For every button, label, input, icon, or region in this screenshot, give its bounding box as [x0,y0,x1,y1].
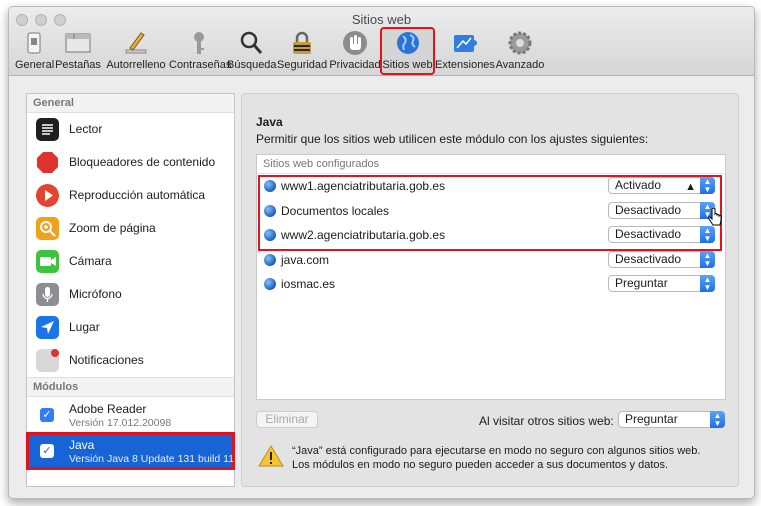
tab-pestanas[interactable]: Pestañas [55,29,101,73]
chevron-updown-icon: ▲ ▼ [710,411,725,428]
reader-icon [36,118,59,141]
site-setting-popup[interactable]: Activado ▲ ▲ ▼ [608,177,715,194]
sidebar-item-lector[interactable]: Lector [27,113,234,146]
tab-contrasenas[interactable]: Contraseñas [169,29,231,73]
sidebar-item-camara[interactable]: Cámara [27,245,234,278]
sidebar-item-bloqueadores[interactable]: Bloqueadores de contenido [27,146,234,179]
site-row[interactable]: www1.agenciatributaria.gob.es Activado ▲… [257,174,725,199]
checkbox-adobe-reader[interactable]: ✓ [40,408,54,422]
lock-icon [293,31,311,54]
sidebar-item-lugar[interactable]: Lugar [27,311,234,344]
module-java[interactable]: ✓ Java Versión Java 8 Update 131 build 1… [26,432,235,470]
sidebar-item-reproduccion[interactable]: Reproducción automática [27,179,234,212]
hand-cursor-icon [707,207,723,231]
magnifier-icon [240,31,263,54]
tab-seguridad[interactable]: Seguridad [277,29,327,73]
warning-message: “Java” está configurado para ejecutarse … [292,445,701,471]
location-icon [36,316,59,339]
tab-privacidad[interactable]: Privacidad [329,29,381,73]
globe-icon [264,229,276,242]
chevron-updown-icon: ▲ ▼ [700,177,715,194]
globe-icon [396,32,419,54]
tab-general[interactable]: General [15,29,54,73]
chevron-updown-icon: ▲ ▼ [700,250,715,268]
key-icon [194,32,204,54]
site-setting-popup[interactable]: Preguntar ▲ ▼ [608,275,715,293]
visit-other-sites-popup[interactable]: Preguntar ▲ ▼ [618,411,725,428]
chevron-updown-icon: ▲ ▼ [700,275,715,293]
page-title: Java [256,115,283,129]
gear-icon [508,31,532,55]
module-adobe-reader[interactable]: ✓ Adobe Reader Versión 17.012.20098 [27,397,234,433]
site-setting-popup[interactable]: Desactivado ▲ ▼ [608,201,715,219]
warning-icon: ▲ [685,181,696,193]
switch-icon [27,32,41,54]
site-row[interactable]: iosmac.es Preguntar ▲ ▼ [257,272,725,297]
site-setting-popup[interactable]: Desactivado ▲ ▼ [608,226,715,244]
sidebar-item-notificaciones[interactable]: Notificaciones [27,344,234,377]
sidebar-item-microfono[interactable]: Micrófono [27,278,234,311]
globe-icon [264,253,276,266]
configured-sites-table: Sitios web configurados www1.agenciatrib… [256,154,726,400]
sidebar-header-general: General [27,94,234,113]
tab-busqueda[interactable]: Búsqueda [227,29,277,73]
sidebar-header-modulos: Módulos [27,377,234,397]
preferences-window: Sitios web General Pestañas Autorrelleno… [8,6,755,499]
site-setting-popup[interactable]: Desactivado ▲ ▼ [608,250,715,268]
camera-icon [36,250,59,273]
play-icon [36,184,59,207]
visit-other-sites-label: Al visitar otros sitios web: [479,414,614,428]
warning-icon [258,445,284,467]
pencil-icon [125,32,147,54]
description: Permitir que los sitios web utilicen est… [256,132,649,146]
tab-sitios-web[interactable]: Sitios web [380,27,435,75]
globe-icon [264,278,276,291]
zoom-icon [36,217,59,240]
globe-icon [264,180,276,192]
settings-panel: Java Permitir que los sitios web utilice… [241,93,739,487]
checkbox-java[interactable]: ✓ [40,444,54,458]
tab-avanzado[interactable]: Avanzado [495,29,545,73]
site-row[interactable]: www2.agenciatributaria.gob.es Desactivad… [257,223,725,248]
remove-button[interactable]: Eliminar [256,411,318,428]
tab-autorrelleno[interactable]: Autorrelleno [103,29,169,73]
sidebar: General Lector Bloqueadores de contenido… [26,93,235,487]
toolbar: Sitios web General Pestañas Autorrelleno… [9,7,754,76]
site-row[interactable]: Documentos locales Desactivado ▲ ▼ [257,199,725,224]
sidebar-item-zoom[interactable]: Zoom de página [27,212,234,245]
notifications-icon [36,349,59,372]
tab-extensiones[interactable]: Extensiones [435,29,495,73]
tabs-icon [65,33,91,53]
hand-icon [343,31,367,55]
stop-sign-icon [36,151,59,174]
table-header: Sitios web configurados [257,155,725,174]
globe-icon [264,204,276,217]
puzzle-icon [454,35,477,52]
window-title: Sitios web [351,12,412,27]
microphone-icon [36,283,59,306]
site-row[interactable]: java.com Desactivado ▲ ▼ [257,248,725,273]
